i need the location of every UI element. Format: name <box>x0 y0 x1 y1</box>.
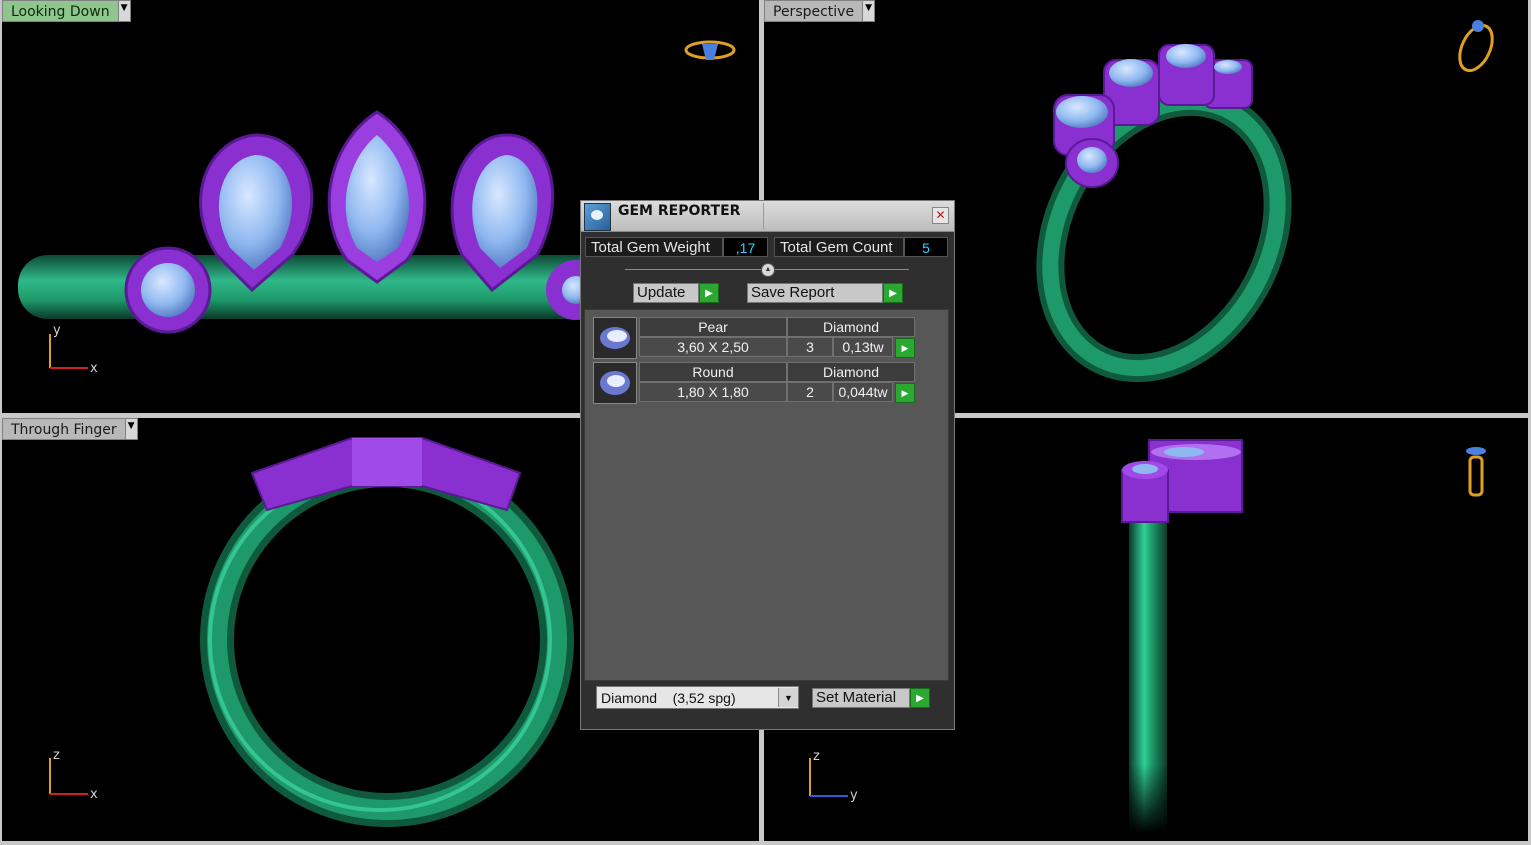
close-icon[interactable]: ✕ <box>932 207 949 224</box>
axis-label: z <box>813 749 820 764</box>
gem-size: 3,60 X 2,50 <box>639 337 787 357</box>
gem-list-panel: Pear 3,60 X 2,50 Diamond 3 0,13tw ▶ Roun… <box>584 309 949 681</box>
axis-label: x <box>90 361 98 376</box>
total-gem-count-label: Total Gem Count <box>774 237 904 257</box>
pear-gem-icon <box>593 317 637 359</box>
gem-size: 1,80 X 1,80 <box>639 382 787 402</box>
viewport-label-text: Looking Down <box>2 0 118 22</box>
gem-count: 2 <box>787 382 833 402</box>
set-material-button-label: Set Material <box>812 688 910 708</box>
chevron-down-icon[interactable]: ▼ <box>862 0 876 22</box>
save-report-button-label: Save Report <box>747 283 883 303</box>
set-material-button[interactable]: Set Material ▶ <box>812 688 930 708</box>
gem-material: Diamond <box>787 317 915 337</box>
chevron-down-icon[interactable]: ▼ <box>778 688 798 707</box>
update-button-label: Update <box>633 283 699 303</box>
chevron-down-icon[interactable]: ▼ <box>124 418 138 440</box>
axis-label: y <box>53 323 61 338</box>
dialog-titlebar[interactable]: GEM REPORTER ✕ <box>581 201 954 232</box>
gem-reporter-app-icon <box>584 203 611 231</box>
axis-label: y <box>850 788 858 803</box>
splitter-handle[interactable]: ▲ <box>761 263 775 277</box>
viewport-label-looking-down[interactable]: Looking Down ▼ <box>2 0 131 22</box>
play-arrow-icon: ▶ <box>910 688 930 708</box>
nav-cube-icon <box>684 40 736 60</box>
gem-reporter-dialog[interactable]: GEM REPORTER ✕ Total Gem Weight ,17 Tota… <box>580 200 955 730</box>
viewport-label-text: Perspective <box>764 0 863 22</box>
viewport-label-text: Through Finger <box>2 418 125 440</box>
gem-row-round[interactable]: Round 1,80 X 1,80 Diamond 2 0,044tw ▶ <box>593 362 917 406</box>
gem-count: 3 <box>787 337 833 357</box>
axis-label: x <box>90 787 98 802</box>
gem-material: Diamond <box>787 362 915 382</box>
nav-cube-icon <box>1466 447 1486 497</box>
dialog-title: GEM REPORTER <box>618 203 741 219</box>
play-arrow-icon: ▶ <box>883 283 903 303</box>
gem-weight: 0,13tw <box>833 337 893 357</box>
title-separator <box>763 203 764 229</box>
play-arrow-icon[interactable]: ▶ <box>895 338 915 358</box>
update-button[interactable]: Update ▶ <box>633 283 719 303</box>
viewport-label-through-finger[interactable]: Through Finger ▼ <box>2 418 138 440</box>
gem-weight: 0,044tw <box>833 382 893 402</box>
nav-cube-icon <box>1458 20 1494 73</box>
gem-row-pear[interactable]: Pear 3,60 X 2,50 Diamond 3 0,13tw ▶ <box>593 317 917 361</box>
material-select-value: Diamond (3,52 spg) <box>601 689 736 706</box>
total-gem-weight-label: Total Gem Weight <box>585 237 723 257</box>
round-gem-icon <box>593 362 637 404</box>
play-arrow-icon[interactable]: ▶ <box>895 383 915 403</box>
total-gem-count-value: 5 <box>904 237 948 257</box>
save-report-button[interactable]: Save Report ▶ <box>747 283 903 303</box>
material-select[interactable]: Diamond (3,52 spg) ▼ <box>596 686 799 709</box>
viewport-label-perspective[interactable]: Perspective ▼ <box>764 0 876 22</box>
gem-shape: Round <box>639 362 787 382</box>
total-gem-weight-value: ,17 <box>723 237 768 257</box>
gem-shape: Pear <box>639 317 787 337</box>
axis-label: z <box>53 748 60 763</box>
chevron-down-icon[interactable]: ▼ <box>117 0 131 22</box>
play-arrow-icon: ▶ <box>699 283 719 303</box>
